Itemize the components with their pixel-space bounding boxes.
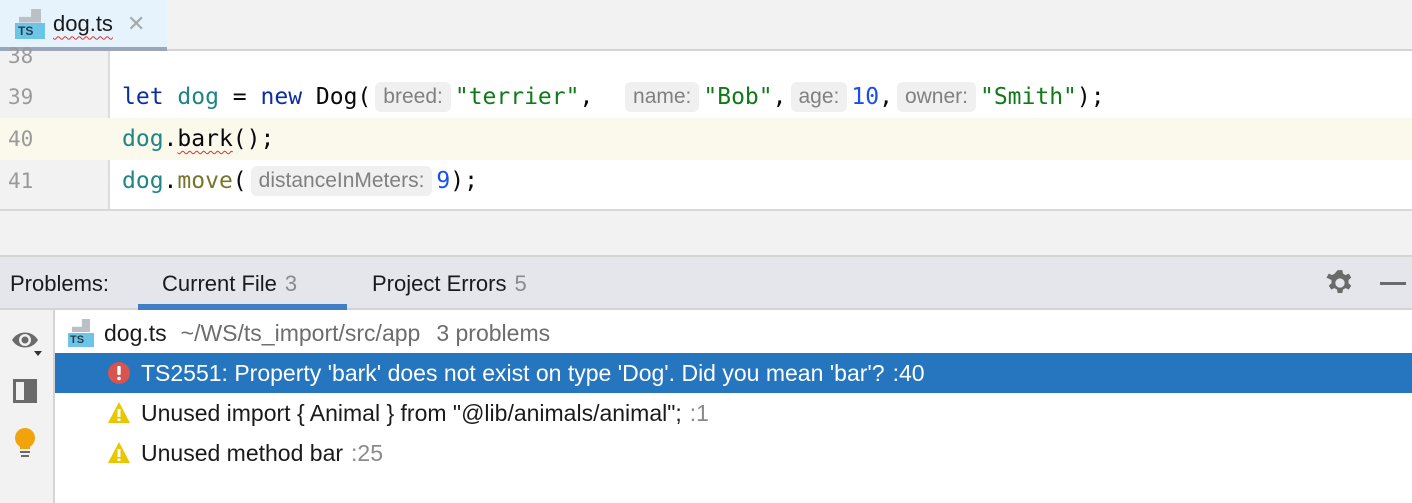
tab-label: Project Errors — [372, 270, 507, 296]
parameter-hint-age: age: — [790, 82, 848, 112]
gear-icon[interactable] — [1326, 269, 1354, 297]
parameter-hint-breed: breed: — [375, 82, 451, 112]
punctuation: . — [163, 126, 178, 152]
method-move: move — [177, 168, 233, 194]
keyword-let: let — [122, 84, 164, 110]
punctuation: , — [879, 84, 893, 110]
line-number: 38 — [8, 44, 34, 68]
punctuation: , — [772, 84, 787, 110]
line-number: 40 — [8, 127, 34, 151]
problems-side-toolbar — [0, 310, 55, 503]
problem-text: TS2551: Property 'bark' does not exist o… — [141, 359, 885, 386]
tab-label: Current File — [162, 270, 277, 296]
tab-project-errors[interactable]: Project Errors 5 — [348, 257, 551, 310]
typescript-file-icon: TS — [15, 8, 45, 39]
code-editor[interactable]: 38 39 let dog = new Dog(breed: "terrier",… — [0, 44, 1412, 211]
problem-item-warning[interactable]: Unused method bar :25 — [55, 433, 1412, 473]
problem-count: 3 problems — [436, 319, 551, 346]
parameter-hint-name: name: — [625, 82, 700, 112]
punctuation: (); — [232, 126, 275, 152]
code-line: 39 let dog = new Dog(breed: "terrier", na… — [0, 76, 1412, 118]
punctuation: ( — [232, 168, 247, 194]
line-number: 39 — [8, 85, 34, 109]
problem-item-error[interactable]: TS2551: Property 'bark' does not exist o… — [55, 353, 1412, 393]
punctuation: . — [163, 168, 178, 194]
string-literal: "terrier" — [454, 84, 580, 110]
error-method-bark[interactable]: bark — [177, 126, 232, 152]
preview-panel-icon[interactable] — [10, 376, 44, 410]
tab-current-file[interactable]: Current File 3 — [138, 257, 347, 310]
file-path: ~/WS/ts_import/src/app — [180, 319, 421, 346]
problem-text: Unused import { Animal } from "@lib/anim… — [141, 399, 682, 426]
keyword-new: new — [260, 84, 303, 110]
string-literal: "Smith" — [979, 84, 1077, 110]
problem-location: :40 — [892, 359, 925, 386]
punctuation: , — [579, 84, 622, 110]
parameter-hint-distance: distanceInMeters: — [250, 166, 433, 196]
number-literal: 10 — [851, 84, 880, 110]
error-icon — [108, 362, 130, 384]
problems-tree[interactable]: TS dog.ts ~/WS/ts_import/src/app 3 probl… — [55, 310, 1412, 503]
punctuation: ); — [450, 168, 478, 194]
warning-icon — [108, 402, 130, 423]
problem-item-warning[interactable]: Unused import { Animal } from "@lib/anim… — [55, 393, 1412, 433]
variable-dog: dog — [177, 84, 219, 110]
line-number: 41 — [8, 169, 34, 193]
variable-dog: dog — [122, 126, 164, 152]
minimize-icon[interactable] — [1380, 269, 1406, 297]
code-line: 41 dog. move(distanceInMeters: 9); — [0, 160, 1412, 202]
tab-title: dog.ts — [53, 10, 113, 36]
problems-label: Problems: — [10, 271, 110, 296]
problem-location: :1 — [689, 399, 709, 426]
code-line: 38 — [0, 35, 1412, 77]
number-literal: 9 — [436, 168, 451, 194]
lightbulb-icon[interactable] — [10, 426, 44, 460]
file-node-dog-ts[interactable]: TS dog.ts ~/WS/ts_import/src/app 3 probl… — [55, 313, 1412, 353]
parameter-hint-owner: owner: — [896, 82, 976, 112]
tab-count: 3 — [284, 270, 298, 296]
punctuation: ); — [1076, 84, 1105, 110]
typescript-file-icon: TS — [68, 319, 94, 347]
class-name: Dog( — [302, 84, 372, 110]
string-literal: "Bob" — [703, 84, 773, 110]
variable-dog: dog — [122, 168, 164, 194]
problem-location: :25 — [351, 439, 383, 466]
warning-icon — [108, 442, 130, 463]
close-icon[interactable]: ✕ — [127, 11, 145, 37]
eye-icon[interactable] — [10, 324, 44, 358]
tab-count: 5 — [514, 270, 527, 296]
file-name: dog.ts — [104, 319, 167, 346]
problems-panel-header: Problems: Current File 3 Project Errors 5 — [0, 255, 1412, 310]
code-line-current: 40 dog. bark (); — [0, 118, 1412, 160]
problem-text: Unused method bar — [141, 439, 344, 466]
operator: = — [218, 84, 261, 110]
